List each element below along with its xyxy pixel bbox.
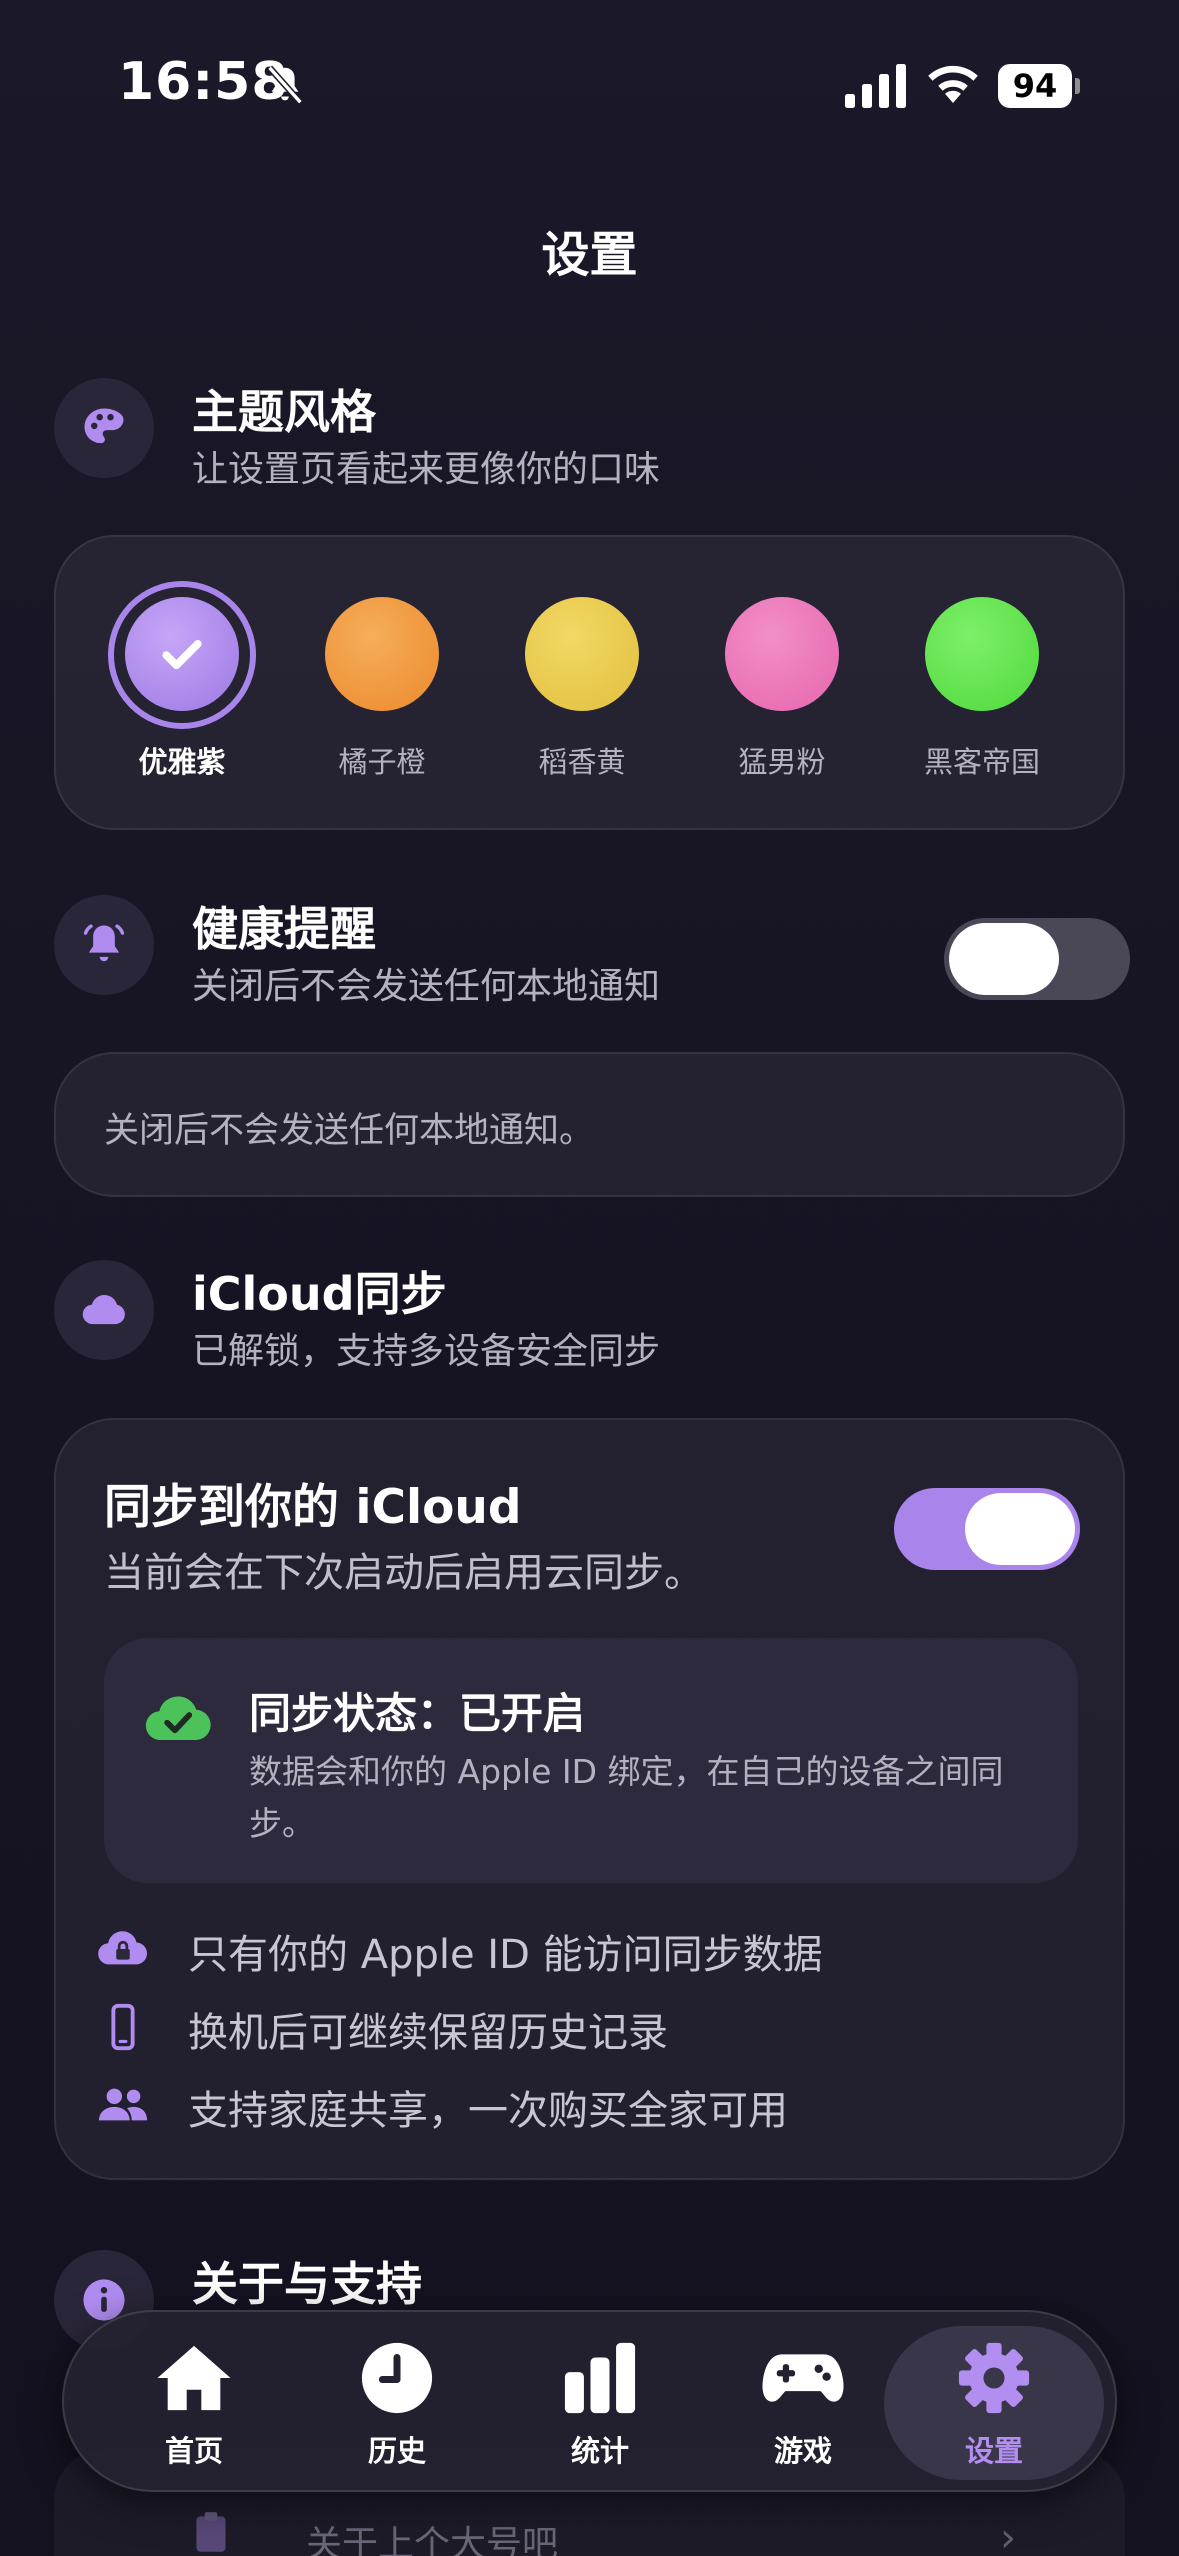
feature-text: 支持家庭共享，一次购买全家可用	[188, 2088, 788, 2134]
about-title: 关于与支持	[192, 2257, 422, 2311]
sync-status-title: 同步状态：已开启	[249, 1689, 586, 1738]
icloud-card: 同步到你的 iCloud 当前会在下次启动后启用云同步。 同步状态：已开启 数据…	[54, 1418, 1125, 2180]
theme-card: 优雅紫 橘子橙 稻香黄 猛男粉 黑客帝国	[54, 535, 1125, 830]
swatch-dot	[725, 597, 839, 711]
health-subtitle: 关闭后不会发送任何本地通知	[192, 966, 661, 1007]
theme-swatch-yellow[interactable]: 稻香黄	[512, 597, 652, 781]
battery-nub	[1075, 78, 1080, 94]
bell-off-icon	[267, 65, 303, 105]
theme-title: 主题风格	[192, 385, 376, 439]
palette-icon	[84, 408, 124, 444]
swatch-label: 黑客帝国	[923, 745, 1040, 779]
chevron-right-icon: ›	[1000, 2515, 1016, 2556]
swatch-label: 优雅紫	[138, 745, 226, 779]
tab-home[interactable]: 首页	[84, 2326, 304, 2480]
tab-label: 统计	[570, 2434, 629, 2468]
theme-subtitle: 让设置页看起来更像你的口味	[192, 449, 661, 490]
health-reminder-toggle[interactable]	[944, 918, 1130, 1000]
sync-title: 同步到你的 iCloud	[104, 1480, 522, 1535]
feature-text: 换机后可继续保留历史记录	[188, 2010, 668, 2056]
phone-icon	[111, 2003, 135, 2051]
page-title: 设置	[541, 227, 638, 283]
bar-chart-icon	[564, 2342, 636, 2414]
theme-swatch-green[interactable]: 黑客帝国	[912, 597, 1052, 781]
swatch-label: 稻香黄	[538, 745, 626, 779]
tab-label: 历史	[367, 2434, 426, 2468]
icloud-subtitle: 已解锁，支持多设备安全同步	[192, 1331, 661, 1372]
tab-label: 设置	[964, 2434, 1023, 2468]
gear-icon	[958, 2342, 1030, 2414]
health-notice-text: 关闭后不会发送任何本地通知。	[104, 1111, 595, 1151]
theme-section-header: 主题风格 让设置页看起来更像你的口味	[54, 368, 1125, 490]
swatch-label: 橘子橙	[338, 745, 426, 779]
clock-icon	[361, 2342, 433, 2414]
swatch-dot	[925, 597, 1039, 711]
theme-swatch-purple[interactable]: 优雅紫	[108, 581, 256, 781]
tab-label: 首页	[164, 2434, 223, 2468]
bell-icon	[83, 924, 125, 962]
feature-text: 只有你的 Apple ID 能访问同步数据	[188, 1932, 823, 1978]
sync-status-desc: 数据会和你的 Apple ID 绑定，在自己的设备之间同步。	[249, 1752, 1004, 1843]
theme-swatch-orange[interactable]: 橘子橙	[312, 597, 452, 781]
icloud-section-header: iCloud同步 已解锁，支持多设备安全同步	[54, 1250, 1125, 1372]
toggle-knob	[949, 923, 1059, 995]
theme-swatch-pink[interactable]: 猛男粉	[712, 597, 852, 781]
tab-stats[interactable]: 统计	[490, 2326, 710, 2480]
tab-games[interactable]: 游戏	[693, 2326, 913, 2480]
lock-cloud-icon	[98, 1931, 148, 1965]
tab-settings[interactable]: 设置	[884, 2326, 1104, 2480]
swatch-dot	[108, 581, 256, 729]
toggle-knob	[965, 1493, 1075, 1565]
tab-bar: 首页 历史 统计 游戏 设置	[62, 2310, 1117, 2492]
wifi-icon	[928, 65, 978, 103]
clipboard-icon	[196, 2512, 226, 2552]
icloud-sync-toggle[interactable]	[894, 1488, 1080, 1570]
feature-item-history: 换机后可继续保留历史记录	[96, 1998, 1096, 2058]
sync-status-box: 同步状态：已开启 数据会和你的 Apple ID 绑定，在自己的设备之间同步。	[104, 1638, 1078, 1883]
people-icon	[98, 2088, 148, 2121]
status-bar: 16:58 94	[0, 0, 1179, 175]
home-icon	[157, 2345, 231, 2411]
gamepad-icon	[762, 2354, 844, 2402]
health-title: 健康提醒	[192, 902, 376, 956]
health-icon-wrap	[54, 895, 154, 995]
theme-icon-wrap	[54, 378, 154, 478]
swatch-dot	[525, 597, 639, 711]
battery-indicator: 94	[998, 64, 1080, 108]
health-notice-card: 关闭后不会发送任何本地通知。	[54, 1052, 1125, 1197]
tab-label: 游戏	[773, 2434, 832, 2468]
swatch-dot	[325, 597, 439, 711]
sync-subtitle: 当前会在下次启动后启用云同步。	[104, 1550, 704, 1596]
cloud-check-icon	[145, 1696, 211, 1741]
battery-level: 94	[998, 64, 1072, 108]
icloud-title: iCloud同步	[192, 1267, 447, 1321]
feature-item-privacy: 只有你的 Apple ID 能访问同步数据	[96, 1920, 1096, 1980]
feature-item-family: 支持家庭共享，一次购买全家可用	[96, 2076, 1096, 2136]
about-row-label[interactable]: 关于上个大号吧	[306, 2515, 558, 2556]
icloud-icon-wrap	[54, 1260, 154, 1360]
cloud-icon	[82, 1295, 125, 1325]
swatch-label: 猛男粉	[738, 745, 826, 779]
tab-history[interactable]: 历史	[287, 2326, 507, 2480]
cellular-signal-icon	[845, 64, 906, 108]
checkmark-icon	[162, 640, 202, 670]
